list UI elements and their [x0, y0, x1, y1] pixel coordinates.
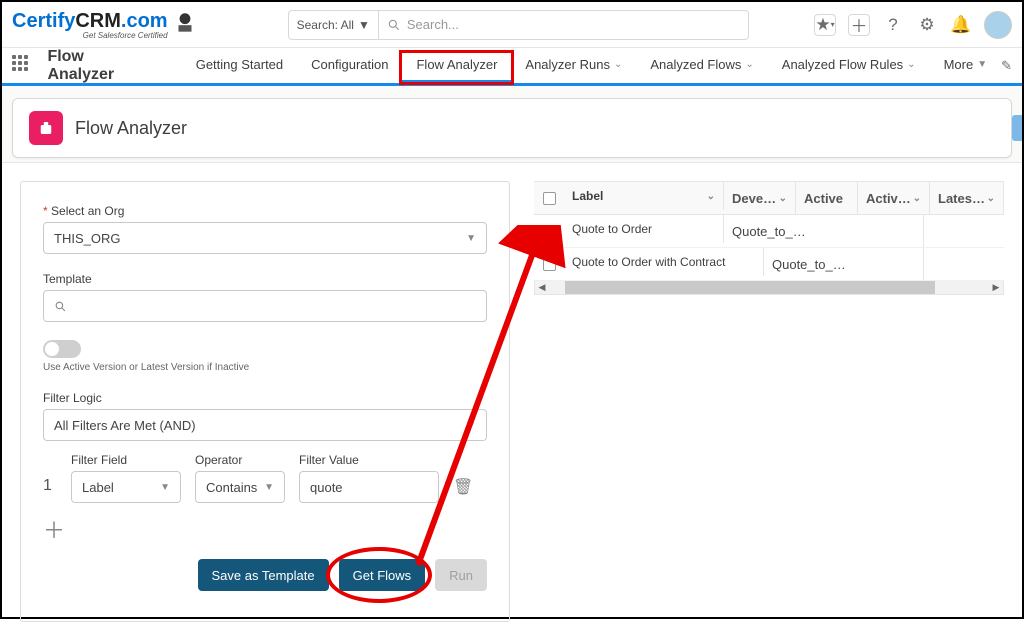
filter-logic-label: Filter Logic [43, 391, 487, 405]
filter-row-number: 1 [43, 477, 57, 503]
page-icon [29, 111, 63, 145]
tab-analyzer-runs[interactable]: Analyzer Runs⌄ [511, 48, 636, 83]
add-button[interactable]: ＋ [848, 14, 870, 36]
row-dev: Quote_to_… [764, 248, 924, 280]
app-launcher-icon[interactable] [12, 55, 33, 77]
org-select[interactable]: THIS_ORG▼ [43, 222, 487, 254]
row-label: Quote to Order with Contract [564, 248, 764, 276]
row-checkbox[interactable] [543, 258, 556, 271]
row-checkbox[interactable] [543, 225, 556, 238]
org-label: Select an Org [43, 204, 487, 218]
filter-form: Select an Org THIS_ORG▼ Template Use Act… [20, 181, 510, 622]
table-row[interactable]: Quote to Order with Contract Quote_to_… [534, 248, 1004, 281]
tab-analyzed-flows[interactable]: Analyzed Flows⌄ [636, 48, 767, 83]
favorites-button[interactable]: ★▾ [814, 14, 836, 36]
app-nav: Flow Analyzer Getting Started Configurat… [2, 48, 1022, 86]
filter-logic-select[interactable]: All Filters Are Met (AND)▼ [43, 409, 487, 441]
col-developer[interactable]: Deve…⌄ [724, 182, 796, 214]
version-toggle-caption: Use Active Version or Latest Version if … [43, 362, 487, 373]
row-dev: Quote_to_… [724, 215, 924, 247]
template-label: Template [43, 272, 487, 286]
user-avatar[interactable] [984, 11, 1012, 39]
search-scope-selector[interactable]: Search: All▼ [288, 10, 379, 40]
version-toggle[interactable] [43, 340, 81, 358]
tab-more[interactable]: More▼ [930, 48, 1002, 83]
filter-field-select[interactable]: Label▼ [71, 471, 181, 503]
help-icon[interactable]: ? [882, 14, 904, 36]
mascot-icon [172, 10, 198, 36]
save-as-template-button[interactable]: Save as Template [198, 559, 329, 591]
run-button: Run [435, 559, 487, 591]
select-all-checkbox[interactable] [543, 192, 556, 205]
logo[interactable]: CertifyCRM.com Get Salesforce Certified [12, 10, 198, 40]
tab-flow-analyzer[interactable]: Flow Analyzer [402, 48, 511, 83]
global-search-input[interactable]: Search... [379, 10, 749, 40]
search-icon [387, 18, 401, 32]
col-latest[interactable]: Lates…⌄ [930, 182, 1004, 214]
horizontal-scrollbar[interactable]: ◀ ▶ [534, 281, 1004, 295]
page-header: Flow Analyzer [12, 98, 1012, 158]
page-title: Flow Analyzer [75, 118, 187, 139]
filter-operator-select[interactable]: Contains▼ [195, 471, 285, 503]
tab-analyzed-flow-rules[interactable]: Analyzed Flow Rules⌄ [768, 48, 930, 83]
delete-filter-icon[interactable]: 🗑 [453, 477, 473, 503]
tab-getting-started[interactable]: Getting Started [182, 48, 297, 83]
edit-nav-pencil-icon[interactable]: ✎ [1001, 58, 1012, 74]
get-flows-button[interactable]: Get Flows [339, 559, 426, 591]
template-search-input[interactable] [43, 290, 487, 322]
col-active-version[interactable]: Activ…⌄ [858, 182, 930, 214]
tab-configuration[interactable]: Configuration [297, 48, 402, 83]
filter-operator-label: Operator [195, 453, 285, 467]
side-panel-toggle[interactable] [1012, 115, 1022, 141]
search-icon [54, 300, 67, 313]
filter-value-label: Filter Value [299, 453, 439, 467]
table-row[interactable]: Quote to Order Quote_to_… [534, 215, 1004, 248]
app-name: Flow Analyzer [47, 48, 151, 84]
row-label: Quote to Order [564, 215, 724, 243]
add-filter-row-button[interactable]: ＋ [43, 513, 487, 545]
global-header: CertifyCRM.com Get Salesforce Certified … [2, 2, 1022, 48]
notifications-bell-icon[interactable]: 🔔 [950, 14, 972, 36]
col-label[interactable]: Label⌄ [564, 182, 724, 210]
filter-field-label: Filter Field [71, 453, 181, 467]
filter-value-input[interactable]: quote [299, 471, 439, 503]
setup-gear-icon[interactable]: ⚙ [916, 14, 938, 36]
results-table: Label⌄ Deve…⌄ Active Activ…⌄ Lates…⌄ Quo… [534, 181, 1004, 622]
col-active[interactable]: Active [796, 182, 858, 214]
